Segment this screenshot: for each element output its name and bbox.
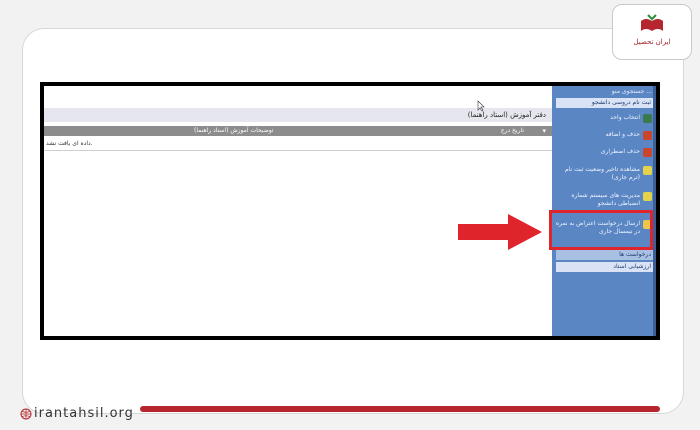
menu-search-input[interactable]: جستجوی منو ... xyxy=(556,88,652,97)
column-date[interactable]: تاریخ درج xyxy=(501,126,524,136)
sidebar-item-discipline[interactable]: مدیریت های سیستم شماره انضباطی دانشجو xyxy=(554,192,654,208)
decorative-stripe xyxy=(140,406,660,412)
content-panel: دفتر آموزش (استاد راهنما) توضیحات آموزش … xyxy=(44,86,552,336)
sidebar-item-emergency-drop[interactable]: حذف اضطراری xyxy=(554,148,654,157)
sidebar-header-requests[interactable]: درخواست ها xyxy=(556,250,654,260)
tools-icon xyxy=(643,131,652,140)
sidebar-item-label: حذف و اضافه xyxy=(605,131,640,138)
column-description: توضیحات آموزش (استاد راهنما) xyxy=(194,127,274,134)
sidebar-item-label: حذف اضطراری xyxy=(600,148,640,155)
brand-logo: ایران تحصیل xyxy=(612,4,692,60)
sort-icon[interactable]: ▾ xyxy=(542,126,546,136)
sidebar-item-add-drop[interactable]: حذف و اضافه xyxy=(554,131,654,140)
warning-icon xyxy=(643,166,652,175)
sidebar-item-unit-selection[interactable]: انتخاب واحد xyxy=(554,114,654,123)
sidebar-item-registration-status[interactable]: مشاهده تاخیر وضعیت ثبت نام (ترم جاری) xyxy=(554,166,654,182)
globe-icon xyxy=(20,408,32,420)
pencil-icon xyxy=(643,114,652,123)
sidebar-item-label: مشاهده تاخیر وضعیت ثبت نام (ترم جاری) xyxy=(565,166,640,181)
page-title: دفتر آموزش (استاد راهنما) xyxy=(44,108,552,122)
mouse-cursor-icon xyxy=(477,100,485,112)
footer-website[interactable]: irantahsil.org xyxy=(34,406,134,421)
book-logo-icon xyxy=(641,14,663,31)
sidebar-item-label: انتخاب واحد xyxy=(610,114,640,121)
highlight-box xyxy=(549,210,653,250)
table-row: داده ای یافت نشد. xyxy=(44,138,552,151)
sidebar-scrollbar[interactable] xyxy=(653,86,656,336)
sidebar-header-registration[interactable]: ثبت نام دروسی دانشجو xyxy=(556,98,654,108)
table-header: توضیحات آموزش (استاد راهنما) تاریخ درج ▾ xyxy=(44,126,552,136)
pointer-arrow-icon xyxy=(458,214,542,250)
empty-message: داده ای یافت نشد. xyxy=(46,140,93,147)
brand-logo-text: ایران تحصیل xyxy=(633,38,671,46)
pencil-icon xyxy=(643,148,652,157)
sidebar-item-label: مدیریت های سیستم شماره انضباطی دانشجو xyxy=(571,192,640,207)
sidebar-header-evaluation[interactable]: ارزشیابی استاد xyxy=(556,262,654,272)
document-icon xyxy=(643,192,652,201)
